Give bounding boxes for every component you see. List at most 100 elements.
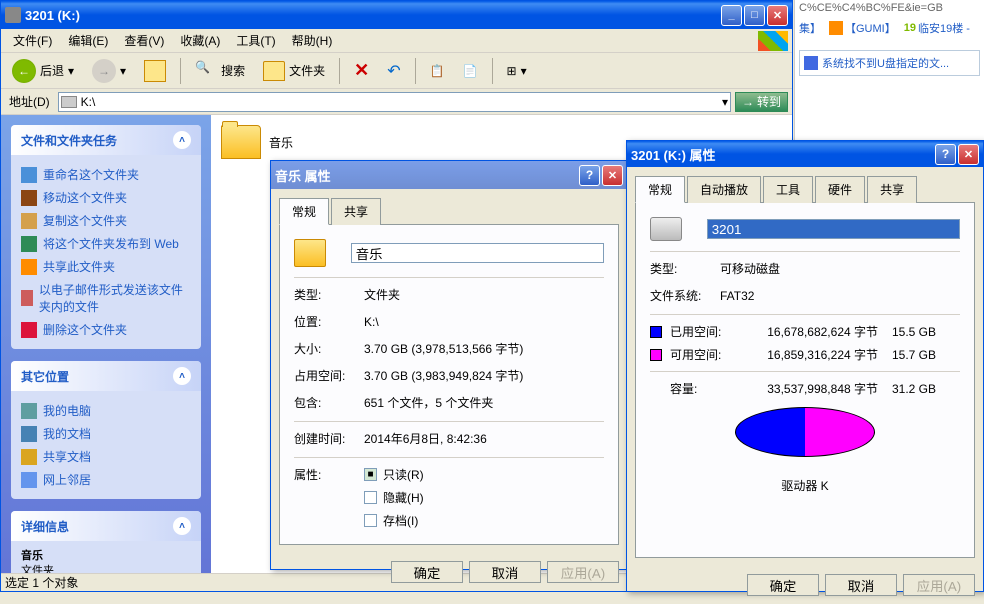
background-browser: C%CE%C4%BC%FE&ie=GB 集】 【GUMI】 19临安19楼 - … <box>794 0 984 140</box>
search-button[interactable]: 🔍 搜索 <box>188 56 252 86</box>
windows-logo-icon <box>758 31 788 51</box>
move-icon <box>21 190 37 206</box>
star-icon <box>829 21 843 35</box>
hidden-checkbox-row[interactable]: 隐藏(H) <box>364 489 424 506</box>
place-network[interactable]: 网上邻居 <box>21 468 191 491</box>
up-button[interactable] <box>137 56 173 86</box>
bg-search-result[interactable]: 系统找不到U盘指定的文... <box>799 50 980 76</box>
titlebar[interactable]: 3201 (K:) _ □ ✕ <box>1 1 792 29</box>
paste-tool-button[interactable]: 📄 <box>456 56 485 86</box>
views-icon: ⊞ <box>507 64 517 78</box>
used-color-icon <box>650 326 662 338</box>
dialog-titlebar[interactable]: 3201 (K:) 属性 ? ✕ <box>627 141 983 167</box>
delete-tool-button[interactable]: ✕ <box>347 56 376 86</box>
used-space-row: 已用空间: 16,678,682,624 字节 15.5 GB <box>650 323 960 340</box>
forward-button[interactable]: → ▾ <box>85 56 133 86</box>
places-panel: 其它位置 ˄ 我的电脑 我的文档 共享文档 网上邻居 <box>11 361 201 499</box>
cancel-button[interactable]: 取消 <box>469 561 541 583</box>
cancel-button[interactable]: 取消 <box>825 574 897 596</box>
undo-tool-button[interactable]: ↶ <box>380 56 407 86</box>
go-button[interactable]: → 转到 <box>735 92 788 112</box>
separator <box>180 58 181 84</box>
folders-button[interactable]: 文件夹 <box>256 56 332 86</box>
pie-label: 驱动器 K <box>650 477 960 494</box>
menu-help[interactable]: 帮助(H) <box>284 30 341 51</box>
folder-name-input[interactable] <box>351 243 604 263</box>
bg-bookmarks: 集】 【GUMI】 19临安19楼 - <box>795 16 984 40</box>
folder-icon <box>221 125 261 159</box>
drive-icon <box>650 217 682 241</box>
menu-favorites[interactable]: 收藏(A) <box>172 30 228 51</box>
task-copy[interactable]: 复制这个文件夹 <box>21 209 191 232</box>
task-share[interactable]: 共享此文件夹 <box>21 255 191 278</box>
prop-contains: 651 个文件，5 个文件夹 <box>364 394 604 411</box>
readonly-checkbox-row[interactable]: ■只读(R) <box>364 466 424 483</box>
bg-link-2[interactable]: 【GUMI】 <box>829 20 896 36</box>
maximize-button[interactable]: □ <box>744 5 765 26</box>
help-button[interactable]: ? <box>935 144 956 165</box>
dropdown-icon[interactable]: ▾ <box>722 95 728 109</box>
task-delete[interactable]: 删除这个文件夹 <box>21 318 191 341</box>
archive-checkbox-row[interactable]: 存档(I) <box>364 512 424 529</box>
tab-autoplay[interactable]: 自动播放 <box>687 176 761 203</box>
close-button[interactable]: ✕ <box>767 5 788 26</box>
prop-location: K:\ <box>364 315 604 329</box>
place-shared[interactable]: 共享文档 <box>21 445 191 468</box>
checkbox-icon <box>364 491 377 504</box>
drive-type: 可移动磁盘 <box>720 260 960 277</box>
task-move[interactable]: 移动这个文件夹 <box>21 186 191 209</box>
tabs: 常规 自动播放 工具 硬件 共享 <box>635 175 975 203</box>
share-icon <box>21 259 37 275</box>
checkbox-icon: ■ <box>364 468 377 481</box>
details-header[interactable]: 详细信息 ˄ <box>11 511 201 541</box>
copy-tool-button[interactable]: 📋 <box>423 56 452 86</box>
delete-x-icon: ✕ <box>354 60 369 81</box>
menu-edit[interactable]: 编辑(E) <box>60 30 116 51</box>
back-button[interactable]: ← 后退 ▾ <box>5 56 81 86</box>
apply-button[interactable]: 应用(A) <box>903 574 975 596</box>
help-button[interactable]: ? <box>579 165 600 186</box>
bg-link-3[interactable]: 19临安19楼 - <box>904 20 970 36</box>
back-arrow-icon: ← <box>12 59 36 83</box>
tabs: 常规 共享 <box>279 197 619 225</box>
tab-share[interactable]: 共享 <box>331 198 381 225</box>
paste-icon: 📄 <box>463 64 478 78</box>
menu-file[interactable]: 文件(F) <box>5 30 60 51</box>
place-documents[interactable]: 我的文档 <box>21 422 191 445</box>
dialog-titlebar[interactable]: 音乐 属性 ? ✕ <box>271 161 627 189</box>
tab-general[interactable]: 常规 <box>635 176 685 203</box>
menu-tools[interactable]: 工具(T) <box>228 30 283 51</box>
go-arrow-icon: → <box>742 95 754 109</box>
drive-name-input[interactable] <box>707 219 960 239</box>
task-publish[interactable]: 将这个文件夹发布到 Web <box>21 232 191 255</box>
menubar: 文件(F) 编辑(E) 查看(V) 收藏(A) 工具(T) 帮助(H) <box>1 29 792 53</box>
tab-hardware[interactable]: 硬件 <box>815 176 865 203</box>
close-button[interactable]: ✕ <box>958 144 979 165</box>
documents-icon <box>21 426 37 442</box>
ok-button[interactable]: 确定 <box>747 574 819 596</box>
tab-share[interactable]: 共享 <box>867 176 917 203</box>
tab-general[interactable]: 常规 <box>279 198 329 225</box>
bg-link-1[interactable]: 集】 <box>799 20 821 36</box>
views-button[interactable]: ⊞▾ <box>500 56 534 86</box>
apply-button[interactable]: 应用(A) <box>547 561 619 583</box>
tab-tools[interactable]: 工具 <box>763 176 813 203</box>
chevron-up-icon: ˄ <box>173 131 191 149</box>
separator <box>339 58 340 84</box>
drive-fs: FAT32 <box>720 289 960 303</box>
minimize-button[interactable]: _ <box>721 5 742 26</box>
places-header[interactable]: 其它位置 ˄ <box>11 361 201 391</box>
address-input[interactable]: K:\ ▾ <box>58 92 731 112</box>
menu-view[interactable]: 查看(V) <box>116 30 172 51</box>
place-computer[interactable]: 我的电脑 <box>21 399 191 422</box>
task-email[interactable]: 以电子邮件形式发送该文件夹内的文件 <box>21 278 191 318</box>
folder-label: 音乐 <box>269 134 293 151</box>
task-rename[interactable]: 重命名这个文件夹 <box>21 163 191 186</box>
email-icon <box>21 290 33 306</box>
tasks-header[interactable]: 文件和文件夹任务 ˄ <box>11 125 201 155</box>
free-color-icon <box>650 349 662 361</box>
folder-icon <box>294 239 326 267</box>
close-button[interactable]: ✕ <box>602 165 623 186</box>
ok-button[interactable]: 确定 <box>391 561 463 583</box>
rename-icon <box>21 167 37 183</box>
